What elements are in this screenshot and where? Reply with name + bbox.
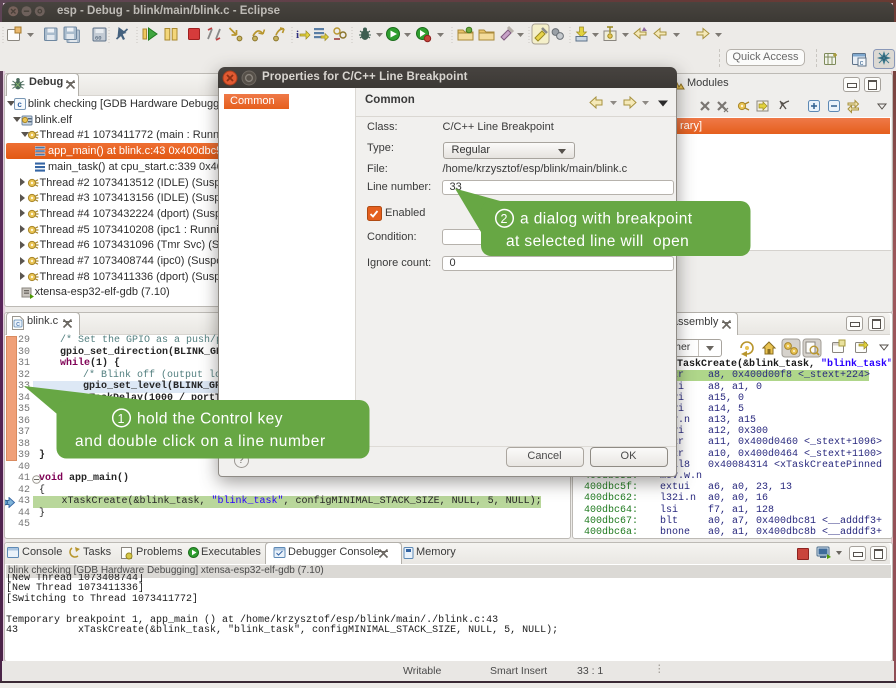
svg-text:c: c xyxy=(860,60,864,68)
svg-text:c: c xyxy=(16,321,20,329)
svg-text:c: c xyxy=(17,101,22,110)
svg-text:60: 60 xyxy=(95,35,102,42)
svg-text:i: i xyxy=(296,29,299,41)
